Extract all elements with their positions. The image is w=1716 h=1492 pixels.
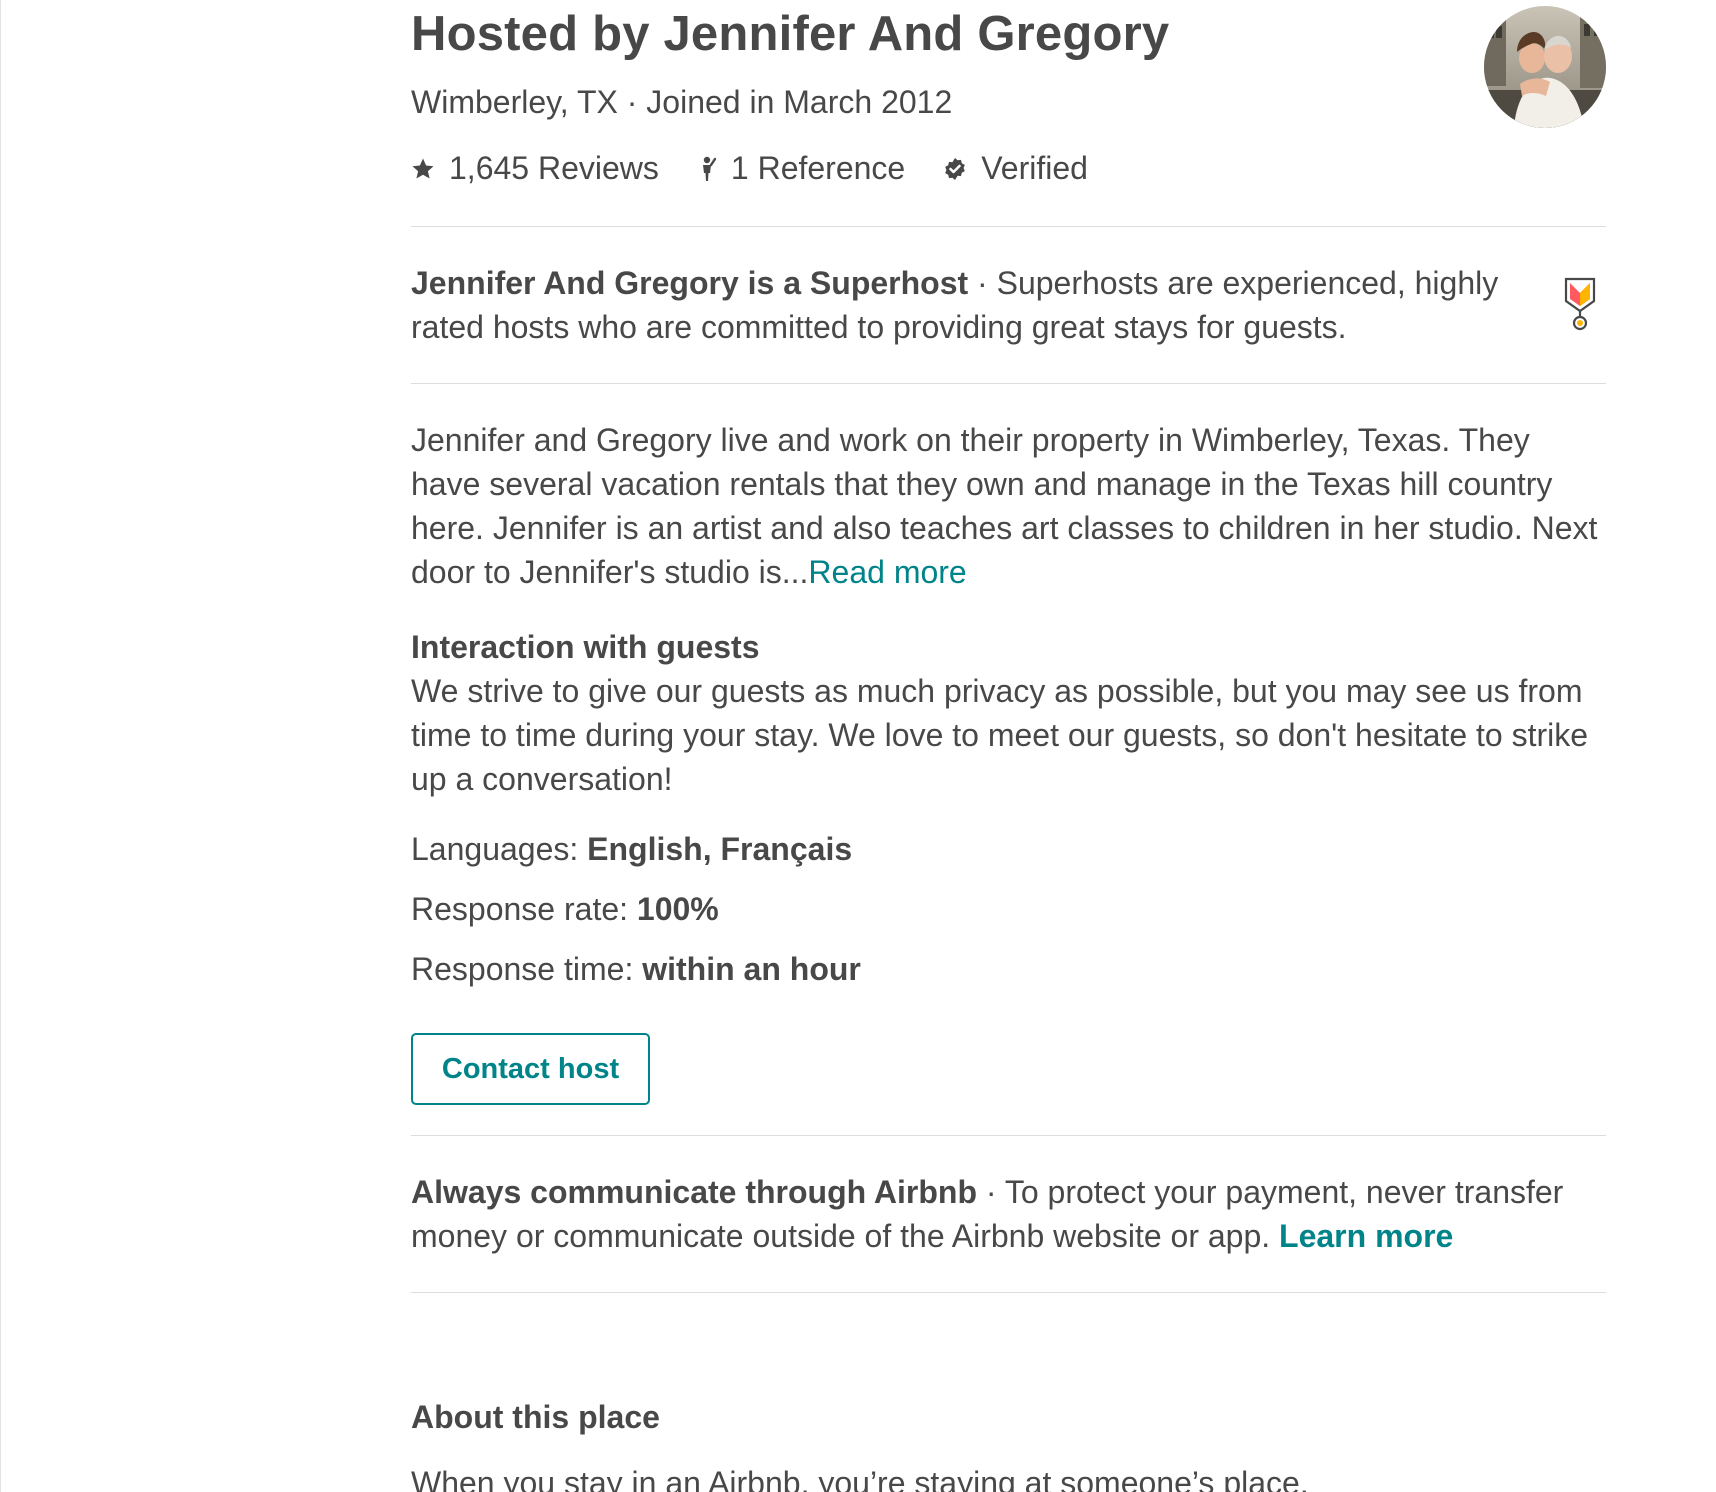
- response-time-value: within an hour: [642, 951, 861, 987]
- star-icon: [412, 158, 434, 178]
- languages-row: Languages: English, Français: [411, 827, 1606, 871]
- bio-text: Jennifer and Gregory live and work on th…: [411, 422, 1598, 590]
- languages-label: Languages:: [411, 831, 588, 867]
- response-rate-row: Response rate: 100%: [411, 887, 1606, 931]
- host-facts: Languages: English, Français Response ra…: [411, 827, 1606, 991]
- read-more-link[interactable]: Read more: [808, 554, 966, 590]
- references-stat[interactable]: 1 Reference: [697, 150, 905, 187]
- host-bio: Jennifer and Gregory live and work on th…: [411, 384, 1606, 594]
- host-photo: [1484, 6, 1606, 128]
- languages-value: English, Français: [587, 831, 853, 867]
- superhost-notice: Jennifer And Gregory is a Superhost · Su…: [411, 227, 1606, 383]
- host-section: Hosted by Jennifer And Gregory Wimberley…: [411, 0, 1606, 1492]
- contact-host-button[interactable]: Contact host: [411, 1033, 650, 1105]
- page: Hosted by Jennifer And Gregory Wimberley…: [0, 0, 1716, 1492]
- response-time-label: Response time:: [411, 951, 643, 987]
- references-count: 1 Reference: [730, 150, 906, 186]
- divider: [411, 1292, 1606, 1293]
- verified-stat: Verified: [943, 150, 1088, 187]
- response-rate-value: 100%: [636, 891, 719, 927]
- reviews-count: 1,645 Reviews: [449, 150, 659, 186]
- host-header: Hosted by Jennifer And Gregory Wimberley…: [411, 0, 1606, 226]
- host-stats: 1,645 Reviews 1 Reference Verified: [411, 150, 1126, 187]
- verified-label: Verified: [981, 150, 1088, 186]
- superhost-separator: ·: [968, 265, 997, 301]
- reference-icon: [702, 156, 717, 181]
- airbnb-communication-notice: Always communicate through Airbnb · To p…: [411, 1136, 1606, 1292]
- reviews-stat[interactable]: 1,645 Reviews: [411, 150, 659, 187]
- about-text: When you stay in an Airbnb, you’re stayi…: [411, 1465, 1309, 1492]
- host-avatar[interactable]: [1484, 6, 1606, 128]
- response-rate-label: Response rate:: [411, 891, 637, 927]
- verified-badge-icon: [945, 157, 966, 180]
- interaction-heading: Interaction with guests: [411, 629, 760, 665]
- superhost-name: Jennifer And Gregory is a Superhost: [411, 265, 969, 301]
- interaction-text: We strive to give our guests as much pri…: [411, 673, 1589, 797]
- learn-more-link[interactable]: Learn more: [1279, 1218, 1453, 1254]
- response-time-row: Response time: within an hour: [411, 947, 1606, 991]
- host-location-joined: Wimberley, TX · Joined in March 2012: [411, 84, 953, 120]
- about-heading: About this place: [411, 1399, 660, 1435]
- host-title: Hosted by Jennifer And Gregory: [411, 7, 1170, 61]
- notice-title: Always communicate through Airbnb: [411, 1174, 977, 1210]
- superhost-medal-icon: [1564, 277, 1596, 331]
- notice-separator: ·: [976, 1174, 1005, 1210]
